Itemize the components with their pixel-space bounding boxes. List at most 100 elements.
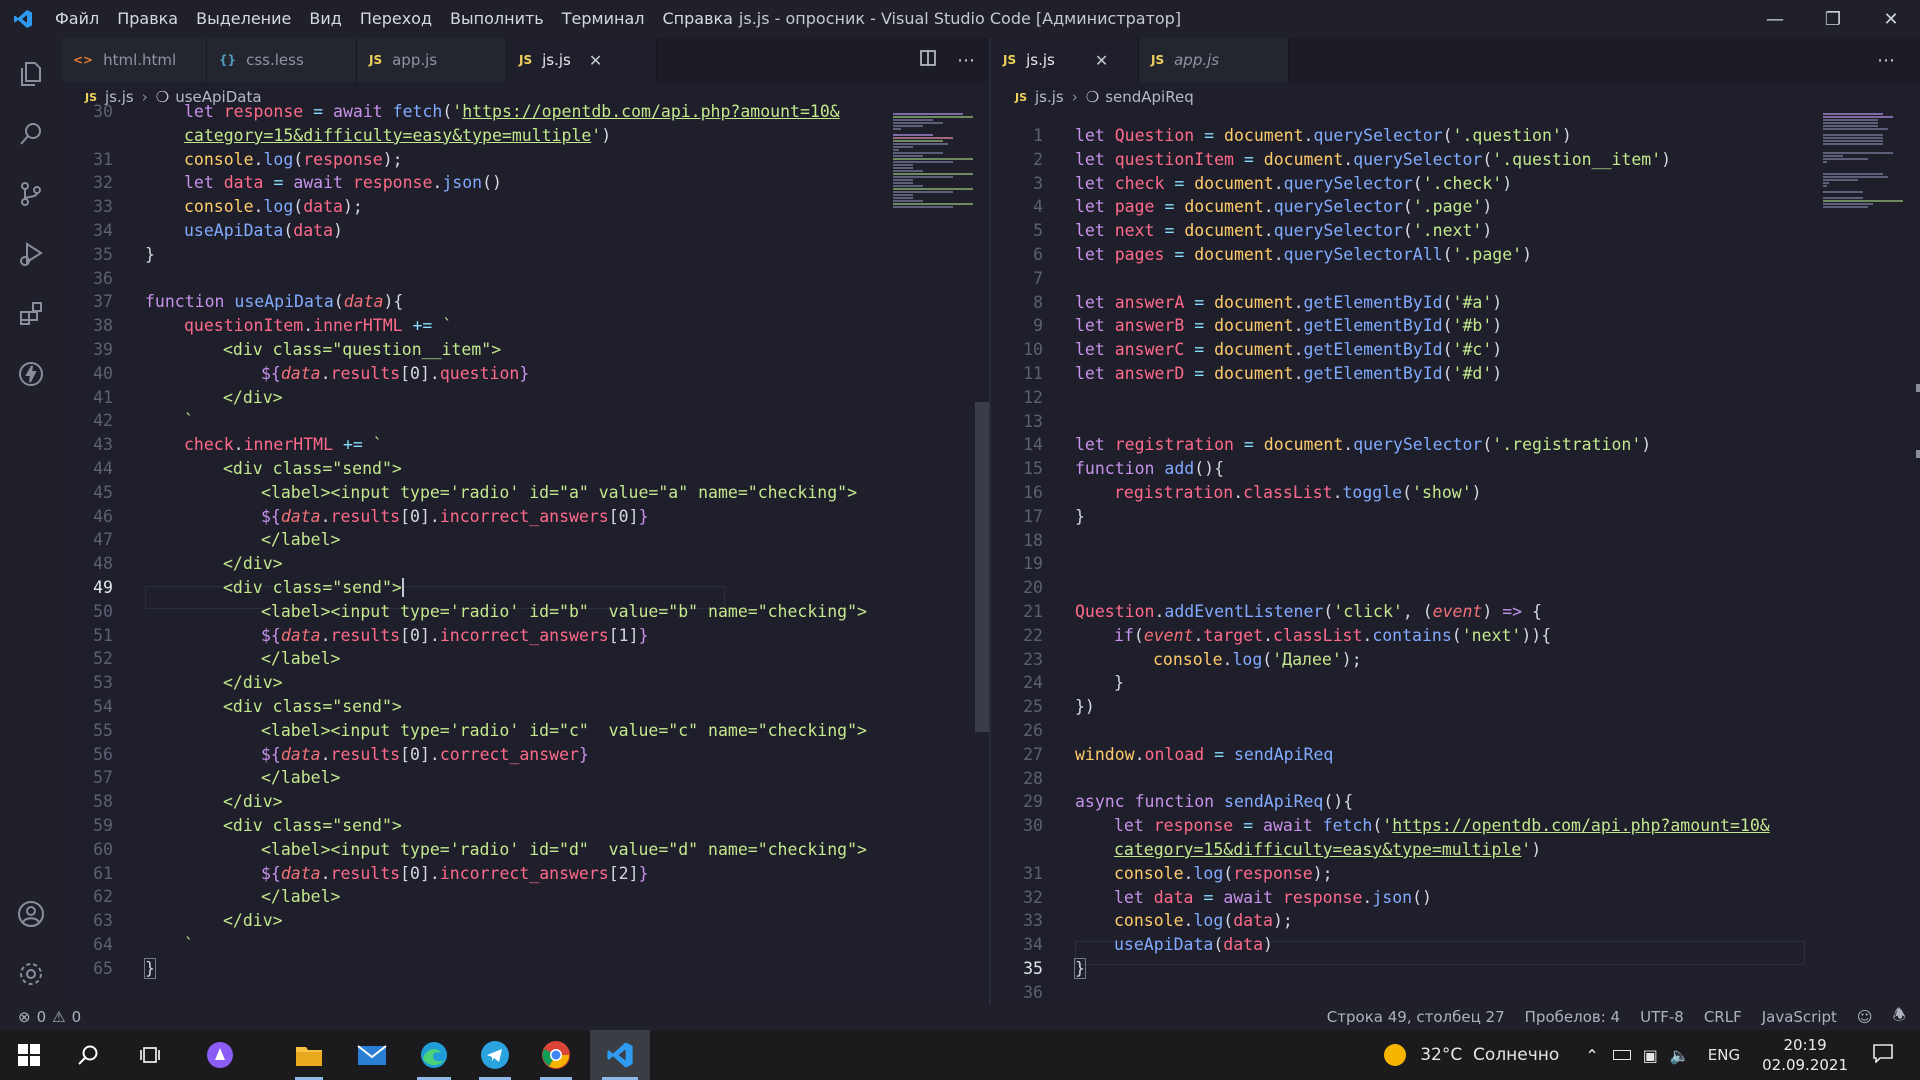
start-icon[interactable] (0, 1030, 58, 1080)
notification-center-icon[interactable] (1872, 1043, 1894, 1067)
windows-taskbar: 32°C Солнечно ⌃ ▣ 🔈 ENG 20:19 02.09.2021 (0, 1030, 1920, 1080)
cursor-position[interactable]: Строка 49, столбец 27 (1327, 1008, 1505, 1026)
activity-bar (0, 38, 61, 1004)
explorer-icon[interactable] (0, 44, 61, 104)
left-editor-group: <> html.html {} css.less JS app.js JS js… (61, 38, 989, 1004)
battery-icon[interactable] (1612, 1050, 1631, 1060)
menu-edit[interactable]: Правка (108, 0, 187, 38)
clock-time: 20:19 (1783, 1036, 1827, 1054)
mail-icon[interactable] (343, 1030, 401, 1080)
close-tab-icon[interactable]: ✕ (589, 51, 602, 70)
minimap[interactable] (893, 112, 983, 252)
file-explorer-icon[interactable] (283, 1030, 335, 1080)
vscode-icon[interactable] (590, 1030, 650, 1080)
problems-indicator[interactable]: ⊗ 0 ⚠ 0 (18, 1008, 81, 1026)
vertical-scrollbar[interactable] (1906, 112, 1920, 1004)
minimize-icon[interactable]: — (1746, 0, 1804, 38)
js-file-icon: JS (1015, 90, 1028, 104)
telegram-icon[interactable] (467, 1030, 523, 1080)
symbol-method-icon: ❍ (155, 88, 170, 106)
symbol-method-icon: ❍ (1085, 88, 1100, 106)
warning-icon: ⚠ (52, 1008, 66, 1026)
breadcrumb-symbol[interactable]: sendApiReq (1105, 88, 1194, 106)
close-window-icon[interactable]: ✕ (1862, 0, 1920, 38)
minimap[interactable] (1823, 112, 1913, 252)
tab-label: css.less (246, 51, 304, 69)
clock-date: 02.09.2021 (1762, 1056, 1848, 1074)
weather-sun-icon[interactable] (1384, 1044, 1407, 1066)
tab-app-js[interactable]: JS app.js (357, 38, 507, 82)
title-bar: Файл Правка Выделение Вид Переход Выполн… (0, 0, 1920, 38)
menu-selection[interactable]: Выделение (187, 0, 300, 38)
html-file-icon: <> (73, 53, 94, 67)
overview-ruler-mark (1916, 384, 1920, 392)
edge-icon[interactable] (405, 1030, 463, 1080)
more-actions-icon[interactable]: ⋯ (1877, 50, 1895, 71)
vertical-scrollbar[interactable] (975, 112, 989, 1004)
menu-go[interactable]: Переход (351, 0, 441, 38)
search-icon[interactable] (62, 1030, 114, 1080)
alice-icon[interactable] (193, 1030, 247, 1080)
close-tab-icon[interactable]: ✕ (1095, 51, 1108, 70)
js-file-icon: JS (1003, 53, 1017, 67)
vscode-logo-icon (0, 0, 46, 38)
scrollbar-thumb[interactable] (975, 402, 989, 732)
js-file-icon: JS (1151, 53, 1165, 67)
left-tab-bar: <> html.html {} css.less JS app.js JS js… (61, 38, 989, 82)
menu-terminal[interactable]: Терминал (553, 0, 654, 38)
indentation[interactable]: Пробелов: 4 (1525, 1008, 1620, 1026)
notifications-bell-icon[interactable]: 🕭 (1893, 1005, 1906, 1030)
extensions-icon[interactable] (0, 284, 61, 344)
overview-ruler-mark (1916, 450, 1920, 458)
chrome-icon[interactable] (528, 1030, 584, 1080)
chevron-right-icon: › (141, 88, 148, 106)
settings-gear-icon[interactable] (0, 944, 61, 1004)
input-language[interactable]: ENG (1708, 1046, 1740, 1064)
more-actions-icon[interactable]: ⋯ (957, 50, 975, 71)
right-tab-bar: JS js.js ✕ JS app.js ⋯ (991, 38, 1920, 82)
task-view-icon[interactable] (124, 1030, 176, 1080)
tab-label: js.js (542, 51, 571, 69)
tab-js-js[interactable]: JS js.js ✕ (991, 38, 1139, 82)
tab-js-js[interactable]: JS js.js ✕ (507, 38, 657, 82)
end-of-line[interactable]: CRLF (1704, 1008, 1742, 1026)
status-bar: ⊗ 0 ⚠ 0 Строка 49, столбец 27 Пробелов: … (0, 1004, 1920, 1030)
volume-icon[interactable]: 🔈 (1670, 1046, 1690, 1065)
system-tray: 32°C Солнечно ⌃ ▣ 🔈 ENG 20:19 02.09.2021 (1384, 1030, 1920, 1080)
tab-label: app.js (1174, 51, 1220, 69)
run-debug-icon[interactable] (0, 224, 61, 284)
split-editor-icon[interactable] (919, 49, 937, 72)
chevron-up-icon[interactable]: ⌃ (1585, 1046, 1598, 1065)
menu-bar: Файл Правка Выделение Вид Переход Выполн… (46, 0, 742, 38)
restore-icon[interactable]: ❐ (1804, 0, 1862, 38)
feedback-icon[interactable]: ☺ (1857, 1008, 1873, 1026)
error-icon: ⊗ (18, 1008, 31, 1026)
account-icon[interactable] (0, 884, 61, 944)
tab-label: html.html (103, 51, 177, 69)
tab-css-less[interactable]: {} css.less (207, 38, 357, 82)
error-count: 0 (36, 1008, 47, 1026)
weather-text[interactable]: 32°C Солнечно (1420, 1045, 1559, 1065)
menu-help[interactable]: Справка (653, 0, 742, 38)
clock[interactable]: 20:19 02.09.2021 (1762, 1035, 1848, 1075)
menu-view[interactable]: Вид (300, 0, 350, 38)
breadcrumb-file[interactable]: js.js (1035, 88, 1064, 106)
tab-html-html[interactable]: <> html.html (61, 38, 207, 82)
menu-file[interactable]: Файл (46, 0, 108, 38)
search-icon[interactable] (0, 104, 61, 164)
thunder-icon[interactable] (0, 344, 61, 404)
js-file-icon: JS (519, 53, 533, 67)
menu-run[interactable]: Выполнить (441, 0, 553, 38)
warning-count: 0 (71, 1008, 82, 1026)
right-editor-group: JS js.js ✕ JS app.js ⋯ JS js.js › ❍ send… (991, 38, 1920, 1004)
tab-label: app.js (392, 51, 438, 69)
language-mode[interactable]: JavaScript (1762, 1008, 1837, 1026)
breadcrumb: JS js.js › ❍ sendApiReq (991, 82, 1920, 112)
encoding[interactable]: UTF-8 (1640, 1008, 1684, 1026)
chevron-right-icon: › (1071, 88, 1078, 106)
source-control-icon[interactable] (0, 164, 61, 224)
tab-app-js[interactable]: JS app.js (1139, 38, 1289, 82)
tab-label: js.js (1026, 51, 1055, 69)
js-file-icon: JS (369, 53, 383, 67)
network-icon[interactable]: ▣ (1643, 1046, 1658, 1065)
